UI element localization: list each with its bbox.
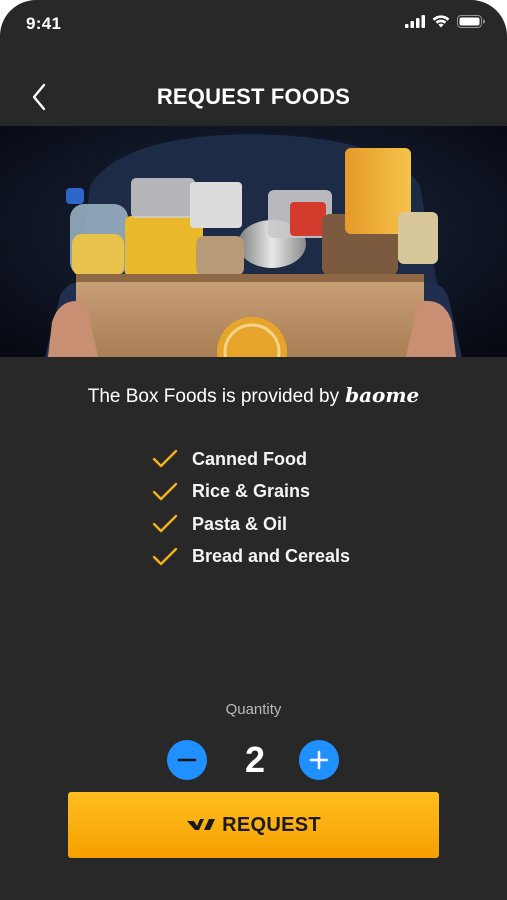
brand-logo-icon [187,819,216,830]
status-icons [405,15,485,28]
food-box-illustration [0,126,507,357]
list-item-label: Bread and Cereals [192,546,351,567]
check-icon [152,450,178,468]
provider-brand-logo: baome [345,383,420,407]
decrease-quantity-button[interactable] [167,740,207,780]
status-time: 9:41 [26,14,62,33]
list-item-label: Rice & Grains [192,481,311,502]
list-item: Canned Food [152,443,350,476]
provider-line: The Box Foods is provided by baome [0,383,507,408]
quantity-value: 2 [244,739,266,780]
request-button-label: REQUEST [222,813,321,836]
page-title: REQUEST FOODS [156,84,351,109]
provider-text: The Box Foods is provided by [87,386,340,407]
increase-quantity-button[interactable] [299,740,339,780]
quantity-label: Quantity [225,701,282,718]
app-screen: 9:41 REQUEST FOODS The Box Foods is prov… [0,0,507,900]
plus-icon [309,750,329,770]
minus-icon [177,758,197,762]
battery-icon [457,15,485,28]
check-icon [152,547,178,565]
list-item: Bread and Cereals [152,541,350,574]
list-item-label: Canned Food [192,448,307,469]
wifi-icon [432,15,450,28]
contents-checklist: Canned Food Rice & Grains Pasta & Oil Br… [152,443,350,573]
check-icon [152,482,178,500]
list-item-label: Pasta & Oil [192,513,288,534]
signal-bars-icon [405,15,425,28]
status-bar: 9:41 [0,0,507,50]
request-button[interactable]: REQUEST [68,792,439,858]
list-item: Pasta & Oil [152,508,350,541]
nav-bar: REQUEST FOODS [0,70,507,126]
hero-image [0,126,507,357]
check-icon [152,515,178,533]
list-item: Rice & Grains [152,476,350,509]
quantity-stepper: 2 [0,738,507,782]
